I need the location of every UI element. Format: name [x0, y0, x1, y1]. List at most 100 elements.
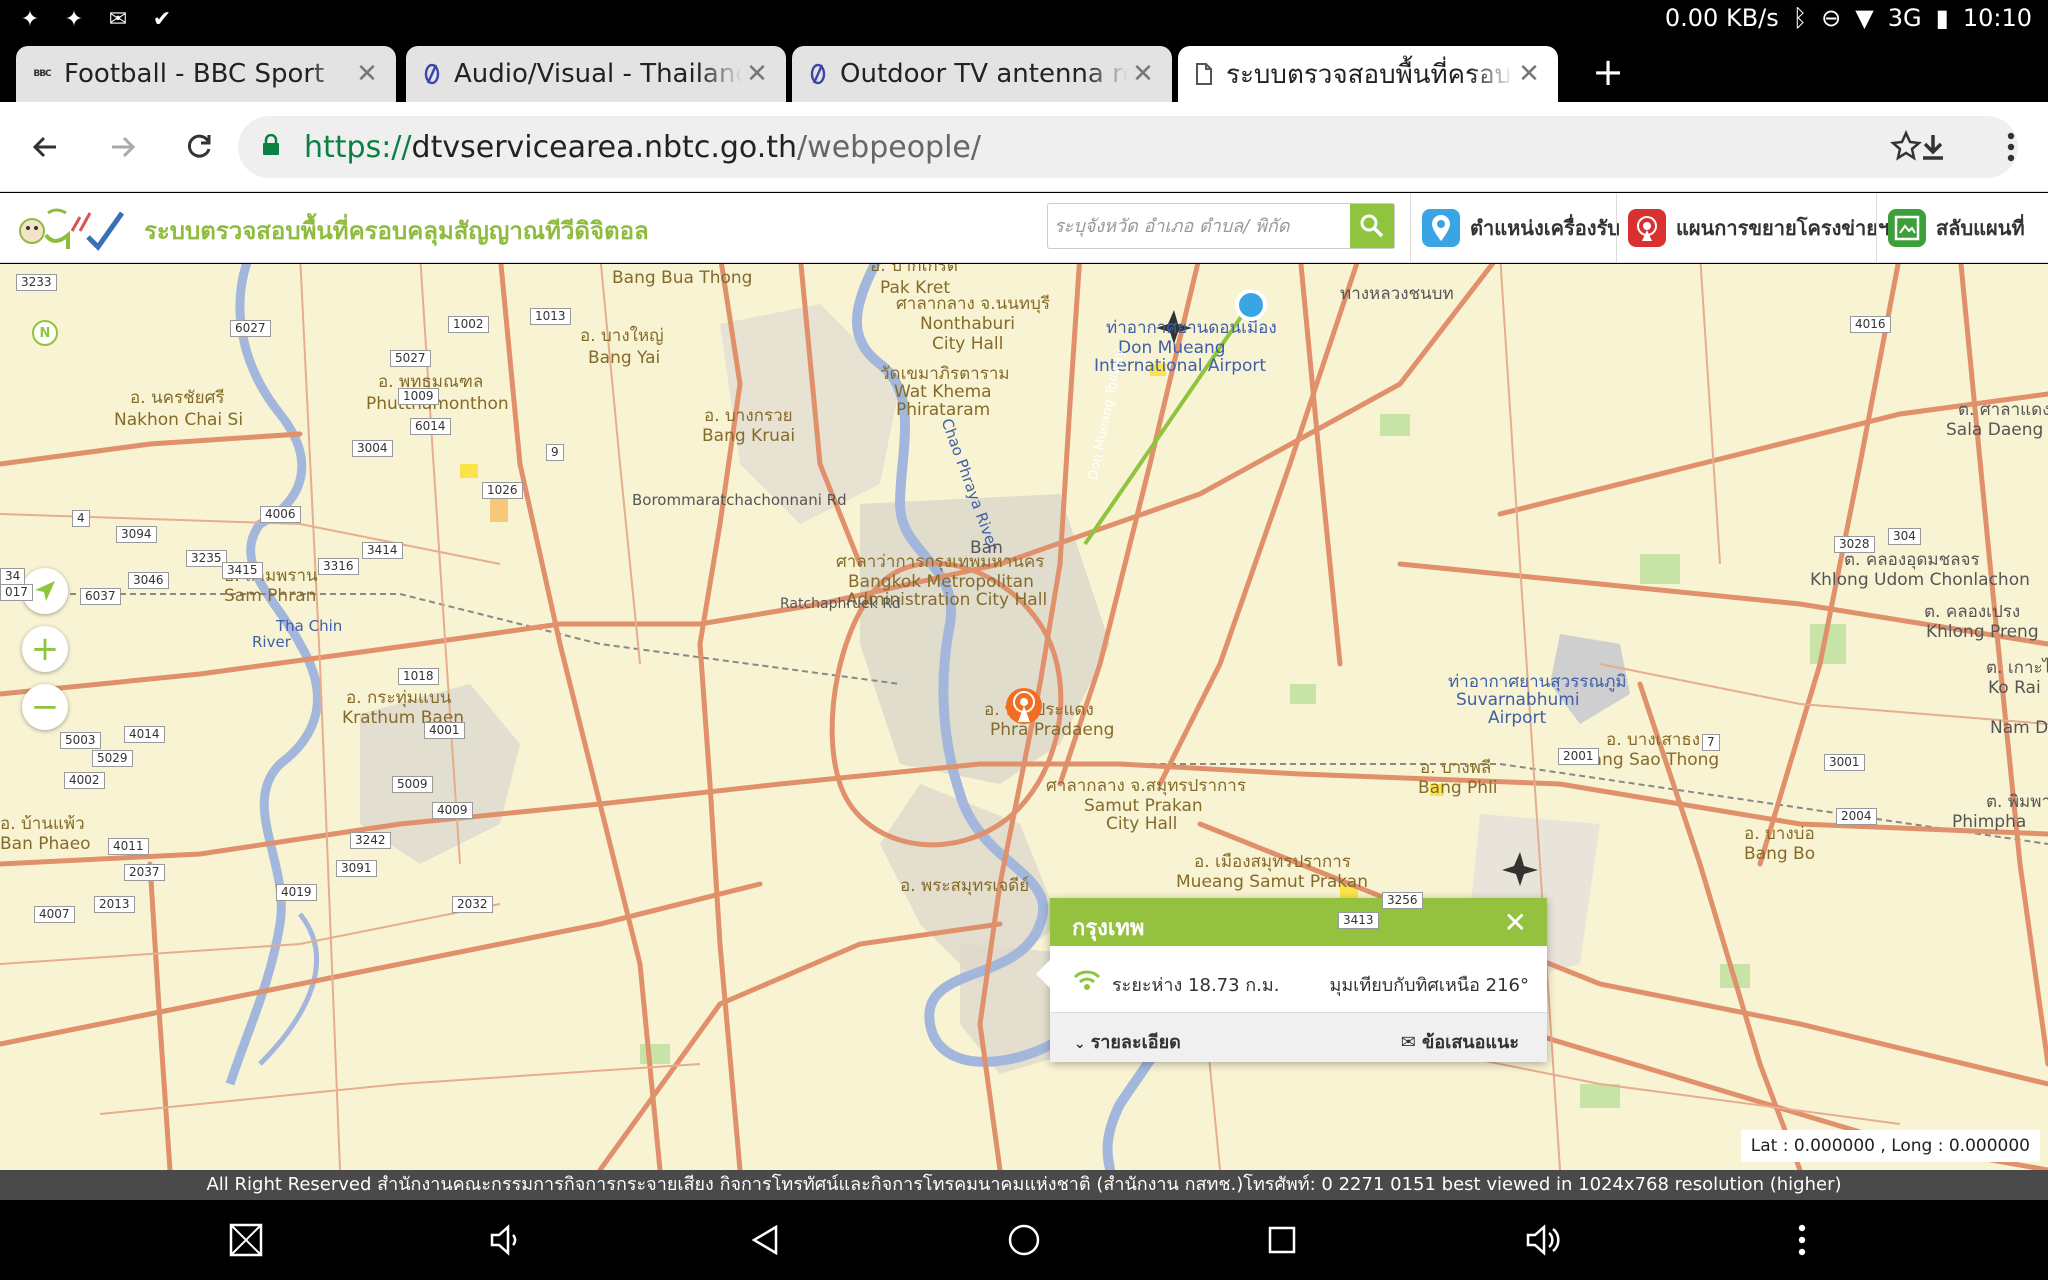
road-number-shield: 2037 [124, 864, 165, 881]
road-number-shield: 4009 [432, 802, 473, 819]
road-number-shield: 7 [1702, 734, 1720, 751]
network-expansion-button[interactable]: แผนการขยายโครงข่ายฯ [1628, 207, 1889, 249]
close-icon[interactable]: ✕ [1128, 59, 1158, 89]
map-label: Bang Phli [1418, 778, 1498, 798]
map-label: อ. เมืองสมุทรปราการ [1194, 852, 1351, 872]
home-nav-button[interactable] [1002, 1218, 1046, 1262]
transmitter-tower-icon[interactable] [1004, 686, 1044, 734]
road-number-shield: 4 [72, 510, 90, 527]
road-number-shield: 4002 [64, 772, 105, 789]
popup-info: ระยะห่าง 18.73 ก.ม. มุมเทียบกับทิศเหนือ … [1050, 946, 1547, 1012]
divider [1876, 193, 1877, 263]
map-label: Bang Sao Thong [1580, 750, 1720, 770]
map-label: อ. บางเสาธง [1606, 730, 1701, 750]
road-number-shield: 3091 [336, 860, 377, 877]
map-label: Khlong Udom Chonlachon [1810, 570, 2030, 590]
receiver-location-label: ตำแหน่งเครื่องรับ [1470, 216, 1620, 240]
switch-map-button[interactable]: สลับแผนที่ [1888, 207, 2025, 249]
popup-footer: ⌄ รายละเอียด ✉ ข้อเสนอแนะ [1050, 1012, 1547, 1062]
popup-header: กรุงเทพ ✕ [1050, 898, 1547, 946]
back-nav-button[interactable] [744, 1218, 788, 1262]
network-expansion-label: แผนการขยายโครงข่ายฯ [1676, 216, 1890, 240]
map-label: City Hall [1106, 814, 1178, 834]
system-indicators: 0.00 KB/s ᛒ ⊖ ▼ 3G ▮ 10:10 [1665, 4, 2032, 32]
road-number-shield: 3094 [116, 526, 157, 543]
map-label: อ. บางพลี [1420, 758, 1492, 778]
road-number-shield: 4001 [424, 722, 465, 739]
forward-button[interactable] [100, 124, 146, 170]
tab-bbc-sport[interactable]: BBC Football - BBC Sport ✕ [16, 46, 396, 102]
close-icon[interactable]: ✕ [742, 59, 772, 89]
recents-nav-button[interactable] [1260, 1218, 1304, 1262]
details-button[interactable]: ⌄ รายละเอียด [1074, 1027, 1181, 1056]
close-icon[interactable]: ✕ [1504, 906, 1527, 939]
map-label: อ. บางบ่อ [1744, 824, 1815, 844]
map-label: อ. บางกรวย [704, 406, 793, 426]
site-header: ระบบตรวจสอบพื้นที่ครอบคลุมสัญญาณทีวีดิจิ… [0, 193, 2048, 263]
message-icon: ✉ [108, 6, 128, 32]
map-label: Bang Bo [1744, 844, 1816, 864]
download-button[interactable] [1910, 124, 1956, 170]
road-number-shield: 3415 [222, 562, 263, 579]
tab-title: Outdoor TV antenna reminder [840, 59, 1128, 89]
tab-dtv-service-area[interactable]: ระบบตรวจสอบพื้นที่ครอบคลุม ✕ [1178, 46, 1558, 102]
road-number-shield: 1013 [530, 308, 571, 325]
forward-arrow-icon [112, 136, 136, 158]
tab-audio-visual[interactable]: Audio/Visual - Thailand Visa Forum ✕ [406, 46, 786, 102]
map-label: Sala Daeng [1946, 420, 2044, 440]
map-label: Airport [1488, 708, 1547, 728]
home-circle-icon [1008, 1224, 1040, 1256]
search-icon [1360, 214, 1384, 238]
tab-title: Audio/Visual - Thailand Visa Forum [454, 59, 742, 89]
reload-button[interactable] [176, 124, 222, 170]
search-input[interactable] [1054, 210, 1344, 242]
road-number-shield: 6027 [230, 320, 271, 337]
signal-icon [1073, 970, 1101, 990]
mail-icon: ✉ [1400, 1032, 1423, 1053]
tab-outdoor-antenna[interactable]: Outdoor TV antenna reminder ✕ [792, 46, 1172, 102]
map-label: ศาลาว่าการกรุงเทพมหานคร [836, 552, 1045, 572]
road-number-shield: 1018 [398, 668, 439, 685]
broadcast-tower-icon [1628, 209, 1666, 247]
road-number-shield: 3413 [1338, 912, 1379, 929]
road-number-shield: 3046 [128, 572, 169, 589]
map-label: ต. เกาะไร่ [1986, 658, 2048, 678]
volume-up-button[interactable] [1520, 1218, 1564, 1262]
nav-menu-button[interactable] [1780, 1218, 1824, 1262]
receiver-marker-icon[interactable] [1234, 288, 1268, 322]
status-bar: ✦ ✦ ✉ ✔ 0.00 KB/s ᛒ ⊖ ▼ 3G ▮ 10:10 [0, 0, 2048, 40]
map-label: ต. คลองอุดมชลจร [1844, 550, 1980, 570]
back-triangle-icon [751, 1224, 778, 1256]
screenshot-button[interactable] [224, 1218, 268, 1262]
forum-favicon-icon [420, 62, 444, 86]
road-number-shield: 9 [546, 444, 564, 461]
location-search [1047, 203, 1395, 249]
lock-icon [263, 134, 279, 155]
digital-tv-logo [19, 208, 125, 251]
notification-icons: ✦ ✦ ✉ ✔ [16, 6, 176, 32]
map-view[interactable]: Bang Bua Thong อ. ปากเกร็ด Pak Kret ท่าอ… [0, 264, 2048, 1170]
zoom-out-button[interactable]: − [22, 684, 68, 730]
road-number-shield: 2004 [1836, 808, 1877, 825]
map-label: ศาลากลาง จ.นนทบุรี [896, 294, 1050, 314]
volume-up-icon [1526, 1224, 1560, 1256]
search-button[interactable] [1350, 204, 1394, 248]
close-icon[interactable]: ✕ [1514, 59, 1544, 89]
close-icon[interactable]: ✕ [352, 59, 382, 89]
map-label: ต. พิมพา [1986, 792, 2048, 812]
suggestion-button[interactable]: ✉ ข้อเสนอแนะ [1401, 1027, 1519, 1056]
menu-button[interactable] [1988, 124, 2034, 170]
map-label: Mueang Samut Prakan [1176, 872, 1368, 892]
site-footer: All Right Reserved สำนักงานคณะกรรมการกิจ… [0, 1170, 2048, 1200]
transmitter-info-popup: กรุงเทพ ✕ ระยะห่าง 18.73 ก.ม. มุมเทียบกั… [1036, 898, 1547, 1062]
road-number-shield: 4016 [1850, 316, 1891, 333]
back-button[interactable] [22, 124, 68, 170]
receiver-location-button[interactable]: ตำแหน่งเครื่องรับ [1422, 207, 1620, 249]
volume-down-button[interactable] [484, 1218, 528, 1262]
address-bar[interactable]: https://dtvservicearea.nbtc.go.th/webpeo… [238, 116, 2018, 178]
map-label: อ. กระทุ่มแบน [346, 688, 452, 708]
road-number-shield: 3316 [318, 558, 359, 575]
zoom-in-button[interactable]: + [22, 626, 68, 672]
battery-icon: ▮ [1935, 4, 1949, 32]
new-tab-button[interactable]: + [1588, 52, 1628, 92]
